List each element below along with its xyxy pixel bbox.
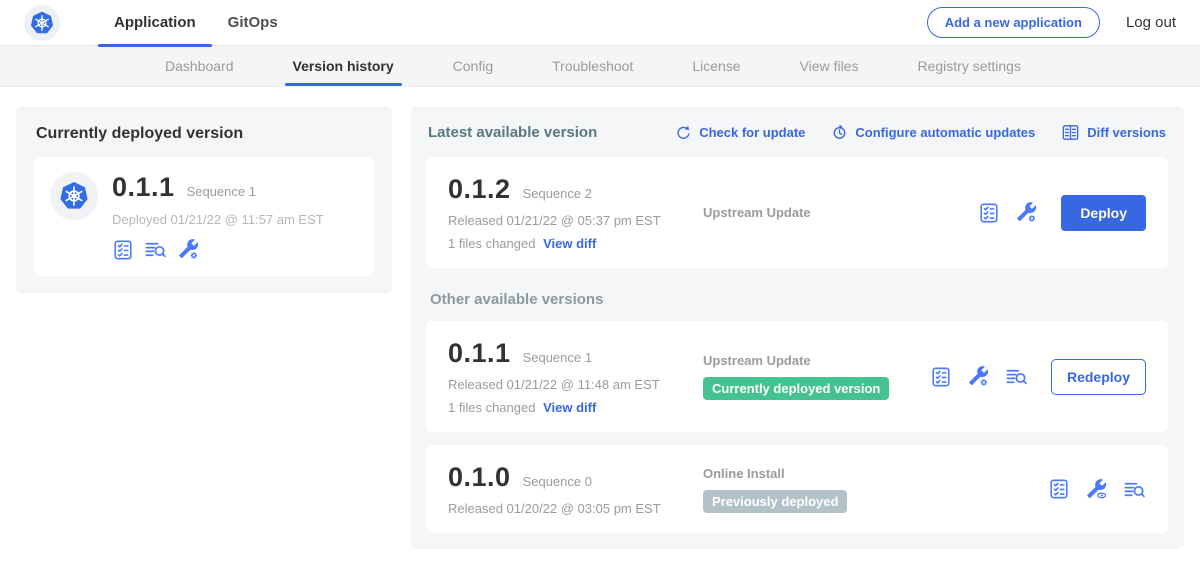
subnav-version-history[interactable]: Version history: [291, 46, 396, 86]
refresh-icon: [675, 124, 692, 141]
subnav-dashboard[interactable]: Dashboard: [163, 46, 236, 86]
subnav-license[interactable]: License: [690, 46, 742, 86]
logs-icon[interactable]: [144, 238, 167, 261]
version-row-0.1.0: 0.1.0 Sequence 0 Released 01/20/22 @ 03:…: [426, 445, 1168, 533]
view-diff-link[interactable]: View diff: [543, 236, 596, 251]
version-source: Online Install Previously deployed: [703, 466, 1048, 513]
subnav-registry-settings[interactable]: Registry settings: [915, 46, 1022, 86]
diff-versions-label: Diff versions: [1087, 125, 1166, 140]
panel-header: Latest available version Check for updat…: [426, 119, 1168, 144]
currently-deployed-badge: Currently deployed version: [703, 377, 889, 400]
configure-automatic-updates-link[interactable]: Configure automatic updates: [831, 124, 1035, 141]
currently-deployed-card: Currently deployed version 0.1.1 Sequenc…: [16, 106, 392, 294]
wrench-gear-icon[interactable]: [177, 238, 200, 261]
tab-gitops[interactable]: GitOps: [212, 0, 294, 46]
deployed-version-info: 0.1.1 Sequence 1 Deployed 01/21/22 @ 11:…: [112, 172, 324, 261]
top-header: Application GitOps Add a new application…: [0, 0, 1200, 46]
version-row-0.1.1: 0.1.1 Sequence 1 Released 01/21/22 @ 11:…: [426, 321, 1168, 432]
currently-deployed-title: Currently deployed version: [36, 125, 374, 143]
checklist-icon[interactable]: [1048, 478, 1070, 500]
diff-icon: [1061, 123, 1080, 142]
tab-application[interactable]: Application: [98, 0, 212, 46]
wrench-eye-icon[interactable]: [1085, 478, 1108, 501]
other-available-title: Other available versions: [430, 291, 1168, 308]
version-sequence: Sequence 0: [523, 474, 592, 489]
deployed-version-number: 0.1.1: [112, 172, 175, 203]
released-timestamp: Released 01/21/22 @ 11:48 am EST: [448, 377, 703, 392]
logs-icon[interactable]: [1005, 365, 1028, 388]
version-number: 0.1.1: [448, 338, 511, 369]
previously-deployed-badge: Previously deployed: [703, 490, 847, 513]
version-actions: Redeploy: [930, 359, 1146, 395]
clock-refresh-icon: [831, 124, 848, 141]
version-row-0.1.2: 0.1.2 Sequence 2 Released 01/21/22 @ 05:…: [426, 157, 1168, 268]
checklist-icon[interactable]: [978, 202, 1000, 224]
version-actions: [1048, 478, 1146, 501]
released-timestamp: Released 01/21/22 @ 05:37 pm EST: [448, 213, 703, 228]
tab-gitops-label: GitOps: [228, 14, 278, 31]
version-source: Upstream Update: [703, 205, 978, 220]
deployed-timestamp: Deployed 01/21/22 @ 11:57 am EST: [112, 212, 324, 227]
view-diff-link[interactable]: View diff: [543, 400, 596, 415]
subnav-view-files[interactable]: View files: [798, 46, 861, 86]
configure-automatic-updates-label: Configure automatic updates: [855, 125, 1035, 140]
source-label: Upstream Update: [703, 205, 978, 220]
currently-deployed-version-card: 0.1.1 Sequence 1 Deployed 01/21/22 @ 11:…: [34, 157, 374, 276]
diff-versions-link[interactable]: Diff versions: [1061, 123, 1166, 142]
header-right: Add a new application Log out: [927, 7, 1176, 38]
checklist-icon[interactable]: [930, 366, 952, 388]
subnav-troubleshoot[interactable]: Troubleshoot: [550, 46, 635, 86]
version-info: 0.1.2 Sequence 2 Released 01/21/22 @ 05:…: [448, 174, 703, 251]
wrench-gear-icon[interactable]: [967, 365, 990, 388]
version-info: 0.1.0 Sequence 0 Released 01/20/22 @ 03:…: [448, 462, 703, 516]
kubernetes-logo-icon: [24, 5, 60, 41]
checklist-icon[interactable]: [112, 239, 134, 261]
app-kubernetes-logo-icon: [50, 172, 98, 220]
files-changed: 1 files changed: [448, 400, 535, 415]
source-label: Upstream Update: [703, 353, 930, 368]
logout-button[interactable]: Log out: [1126, 14, 1176, 31]
deployed-sequence: Sequence 1: [187, 184, 256, 199]
main-content: Currently deployed version 0.1.1 Sequenc…: [0, 87, 1200, 568]
source-label: Online Install: [703, 466, 1048, 481]
redeploy-button[interactable]: Redeploy: [1051, 359, 1146, 395]
logs-icon[interactable]: [1123, 478, 1146, 501]
wrench-gear-icon[interactable]: [1015, 201, 1038, 224]
version-source: Upstream Update Currently deployed versi…: [703, 353, 930, 400]
add-application-button[interactable]: Add a new application: [927, 7, 1100, 38]
released-timestamp: Released 01/20/22 @ 03:05 pm EST: [448, 501, 703, 516]
files-changed: 1 files changed: [448, 236, 535, 251]
check-for-update-label: Check for update: [699, 125, 805, 140]
version-number: 0.1.0: [448, 462, 511, 493]
deploy-button[interactable]: Deploy: [1061, 195, 1146, 231]
version-history-panel: Latest available version Check for updat…: [410, 106, 1184, 549]
version-sequence: Sequence 1: [523, 350, 592, 365]
version-number: 0.1.2: [448, 174, 511, 205]
version-sequence: Sequence 2: [523, 186, 592, 201]
version-info: 0.1.1 Sequence 1 Released 01/21/22 @ 11:…: [448, 338, 703, 415]
check-for-update-link[interactable]: Check for update: [675, 124, 805, 141]
app-subnav: Dashboard Version history Config Trouble…: [0, 46, 1200, 87]
tab-application-label: Application: [114, 14, 196, 31]
subnav-config[interactable]: Config: [451, 46, 495, 86]
latest-available-title: Latest available version: [428, 124, 597, 141]
app-tabs: Application GitOps: [98, 0, 294, 46]
version-actions: Deploy: [978, 195, 1146, 231]
panel-actions: Check for update Configure automatic upd…: [675, 123, 1166, 142]
